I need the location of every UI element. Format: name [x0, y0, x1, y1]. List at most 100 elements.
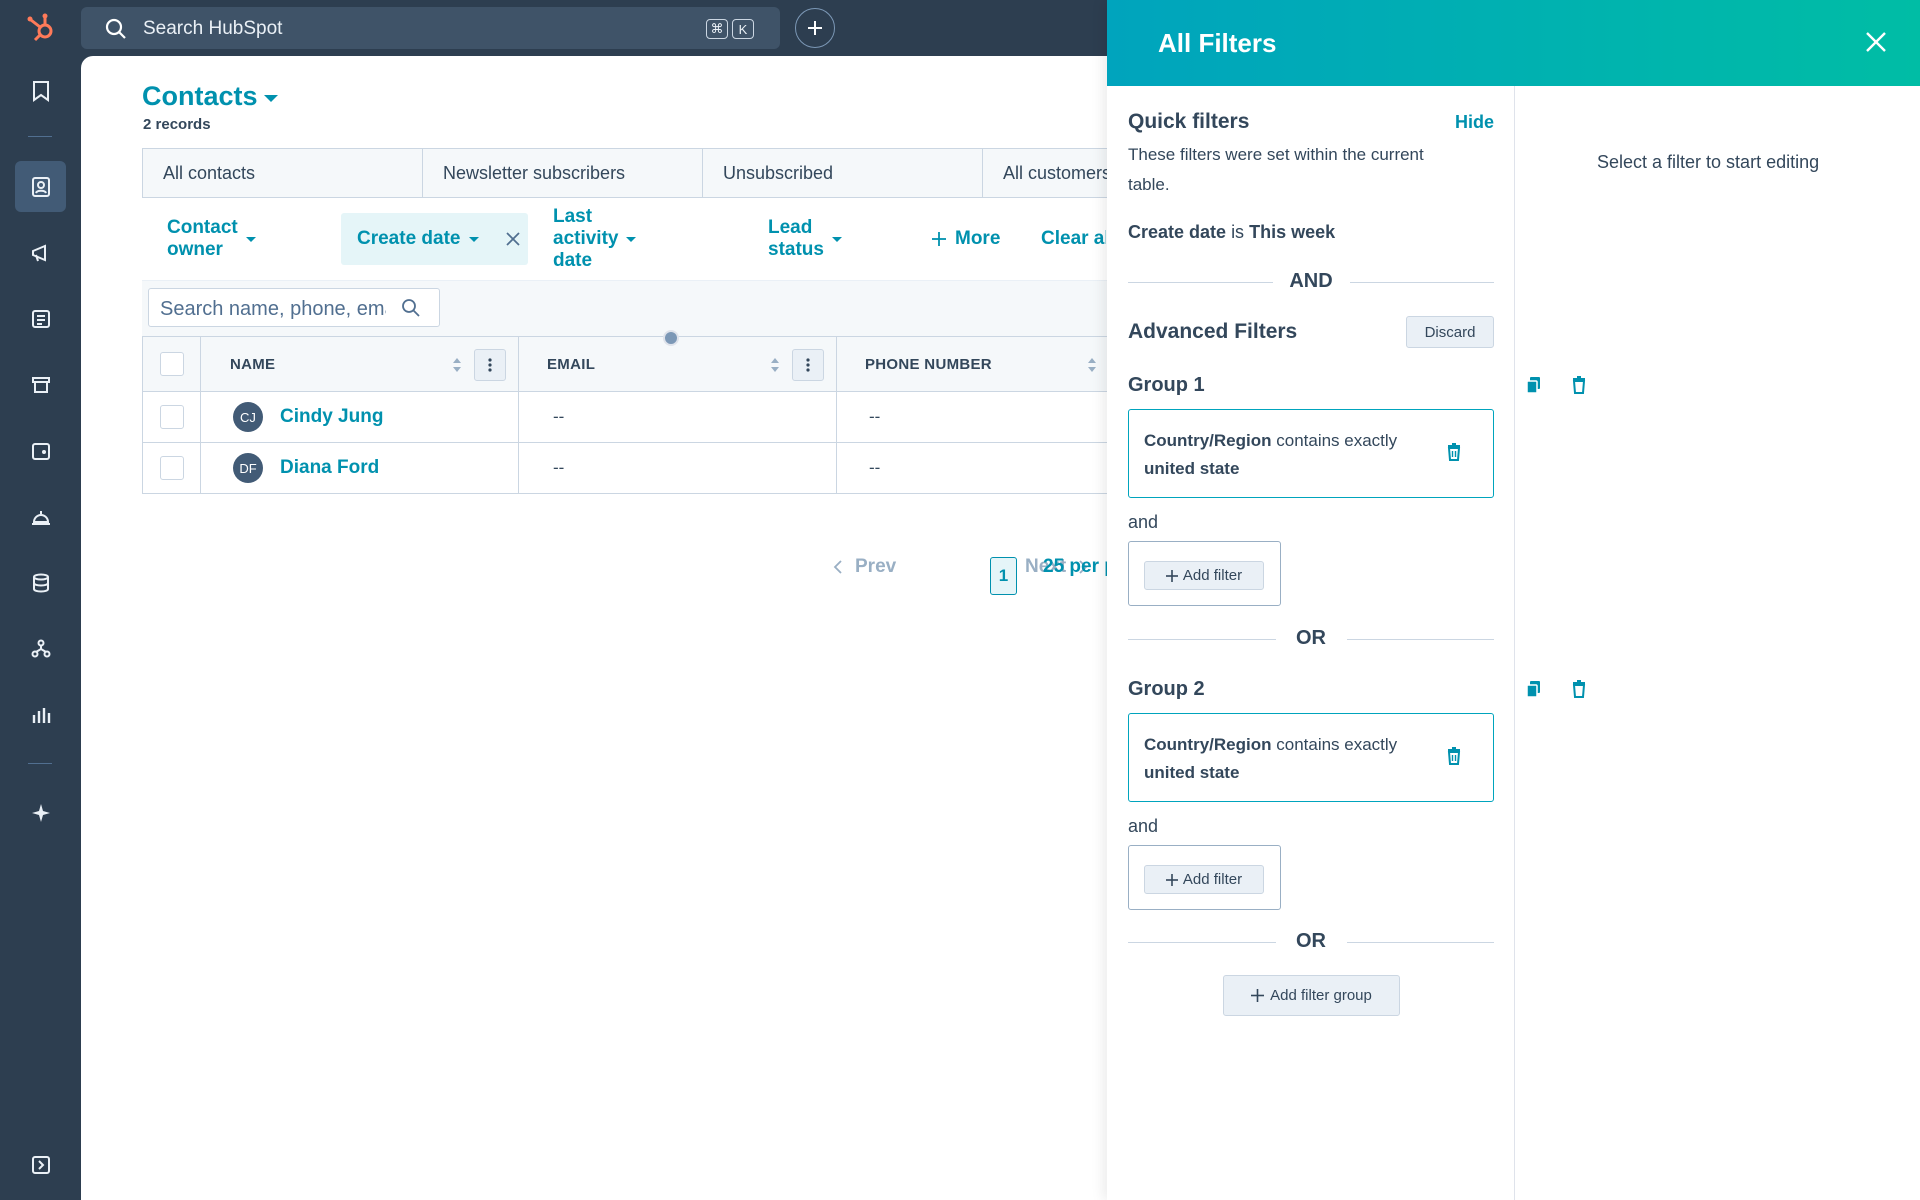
trash-icon[interactable]	[1572, 680, 1586, 698]
filter-lead-status[interactable]: Lead status	[768, 213, 842, 265]
trash-icon[interactable]	[1447, 443, 1461, 461]
add-filter-button[interactable]: Add filter	[1144, 865, 1264, 894]
panel-header: All Filters	[1107, 0, 1920, 86]
hide-quick-filters-link[interactable]: Hide	[1455, 112, 1494, 133]
bookmark-icon[interactable]	[15, 65, 66, 116]
avatar: DF	[233, 453, 263, 483]
automation-icon[interactable]	[15, 623, 66, 674]
left-navigation	[0, 56, 81, 1200]
service-icon[interactable]	[15, 491, 66, 542]
copy-icon[interactable]	[1526, 680, 1542, 698]
select-all-checkbox[interactable]	[160, 337, 184, 391]
table-search-placeholder: Search name, phone, email	[160, 298, 386, 320]
view-tabs: All contacts Newsletter subscribers Unsu…	[142, 148, 1263, 198]
contact-name-link[interactable]: Cindy Jung	[280, 406, 383, 428]
tab-newsletter-subscribers[interactable]: Newsletter subscribers	[422, 148, 703, 198]
more-vertical-icon	[806, 358, 810, 372]
table-row[interactable]: DF Diana Ford -- --	[142, 443, 1152, 494]
or-separator: OR	[1128, 930, 1494, 954]
trash-icon[interactable]	[1447, 747, 1461, 765]
quick-filters-heading: Quick filters	[1128, 110, 1250, 133]
expand-icon[interactable]	[15, 1139, 66, 1190]
column-resize-handle[interactable]	[663, 330, 679, 346]
group-1-filter-card[interactable]: Country/Region contains exactly united s…	[1128, 409, 1494, 498]
content-icon[interactable]	[15, 293, 66, 344]
add-filter-button[interactable]: Add filter	[1144, 561, 1264, 590]
close-icon[interactable]	[505, 231, 521, 247]
column-header-phone[interactable]: PHONE NUMBER	[865, 356, 992, 373]
column-menu-button[interactable]	[792, 349, 824, 381]
filter-operator: contains exactly	[1276, 431, 1398, 450]
advanced-filters-heading: Advanced Filters	[1128, 320, 1298, 343]
quick-filter-item[interactable]: Create date is This week	[1128, 222, 1335, 243]
contact-name-link[interactable]: Diana Ford	[280, 457, 379, 479]
filter-editor-placeholder: Select a filter to start editing	[1597, 152, 1820, 172]
group-2-title: Group 2	[1128, 678, 1205, 700]
phone-cell: --	[869, 458, 881, 477]
sort-icon[interactable]	[452, 357, 462, 373]
and-label: and	[1128, 816, 1159, 836]
filter-value: united state	[1144, 459, 1240, 478]
phone-cell: --	[869, 407, 881, 426]
reporting-icon[interactable]	[15, 689, 66, 740]
nav-divider	[28, 136, 52, 137]
quick-filters-description: These filters were set within the curren…	[1128, 145, 1424, 194]
page-number-1[interactable]: 1	[990, 557, 1017, 595]
caret-down-icon	[468, 236, 479, 242]
column-header-email[interactable]: EMAIL	[547, 356, 595, 373]
sort-icon[interactable]	[1087, 357, 1097, 373]
add-filter-group-button[interactable]: Add filter group	[1223, 975, 1400, 1016]
hubspot-logo-icon[interactable]	[25, 12, 57, 44]
clear-all-button[interactable]: Clear all	[1041, 213, 1106, 265]
caret-down-icon	[626, 236, 637, 242]
table-search-input[interactable]: Search name, phone, email	[148, 288, 440, 327]
panel-title: All Filters	[1158, 28, 1277, 58]
data-icon[interactable]	[15, 557, 66, 608]
table-row[interactable]: CJ Cindy Jung -- --	[142, 392, 1152, 443]
add-filter-label: Add filter	[1182, 567, 1243, 584]
add-filter-label: Add filter	[1182, 871, 1243, 888]
filter-last-activity-date[interactable]: Last activity date	[553, 206, 637, 271]
page-title[interactable]: Contacts	[142, 81, 278, 112]
filter-property: Country/Region	[1144, 735, 1272, 754]
chevron-down-icon	[263, 95, 278, 102]
avatar: CJ	[233, 402, 263, 432]
filter-label: Last activity date	[553, 206, 619, 271]
more-filters-button[interactable]: More	[931, 213, 1000, 265]
row-checkbox[interactable]	[160, 443, 184, 493]
nav-divider	[28, 763, 52, 764]
group-2-filter-card[interactable]: Country/Region contains exactly united s…	[1128, 713, 1494, 802]
tab-unsubscribed[interactable]: Unsubscribed	[702, 148, 983, 198]
filter-property: Create date	[1128, 222, 1227, 242]
and-separator: AND	[1128, 270, 1494, 294]
plus-icon	[1165, 569, 1178, 582]
filter-label: Create date	[357, 228, 461, 249]
more-vertical-icon	[488, 358, 492, 372]
sales-icon[interactable]	[15, 425, 66, 476]
sort-icon[interactable]	[770, 357, 780, 373]
row-checkbox[interactable]	[160, 392, 184, 442]
close-icon[interactable]	[1864, 30, 1888, 54]
per-page-select[interactable]: 25 per page	[1043, 556, 1107, 578]
table-toolbar: Search name, phone, email	[142, 280, 1152, 336]
commerce-icon[interactable]	[15, 359, 66, 410]
ai-sparkle-icon[interactable]	[15, 787, 66, 838]
marketing-icon[interactable]	[15, 227, 66, 278]
prev-page-button[interactable]: Prev	[833, 556, 896, 578]
tab-all-contacts[interactable]: All contacts	[142, 148, 423, 198]
filter-condition: Country/Region contains exactly united s…	[1144, 731, 1424, 787]
create-new-button[interactable]	[795, 8, 835, 48]
filter-create-date[interactable]: Create date	[341, 213, 528, 265]
discard-button[interactable]: Discard	[1406, 316, 1494, 348]
column-header-name[interactable]: NAME	[230, 356, 275, 373]
column-menu-button[interactable]	[474, 349, 506, 381]
add-filter-area: Add filter	[1128, 845, 1281, 910]
contacts-icon[interactable]	[15, 161, 66, 212]
global-search[interactable]: Search HubSpot ⌘ K	[81, 7, 780, 49]
copy-icon[interactable]	[1526, 376, 1542, 394]
filter-contact-owner[interactable]: Contact owner	[167, 213, 256, 265]
checkbox-box	[160, 456, 184, 480]
filter-label: Contact owner	[167, 217, 238, 260]
email-cell: --	[553, 407, 565, 426]
trash-icon[interactable]	[1572, 376, 1586, 394]
